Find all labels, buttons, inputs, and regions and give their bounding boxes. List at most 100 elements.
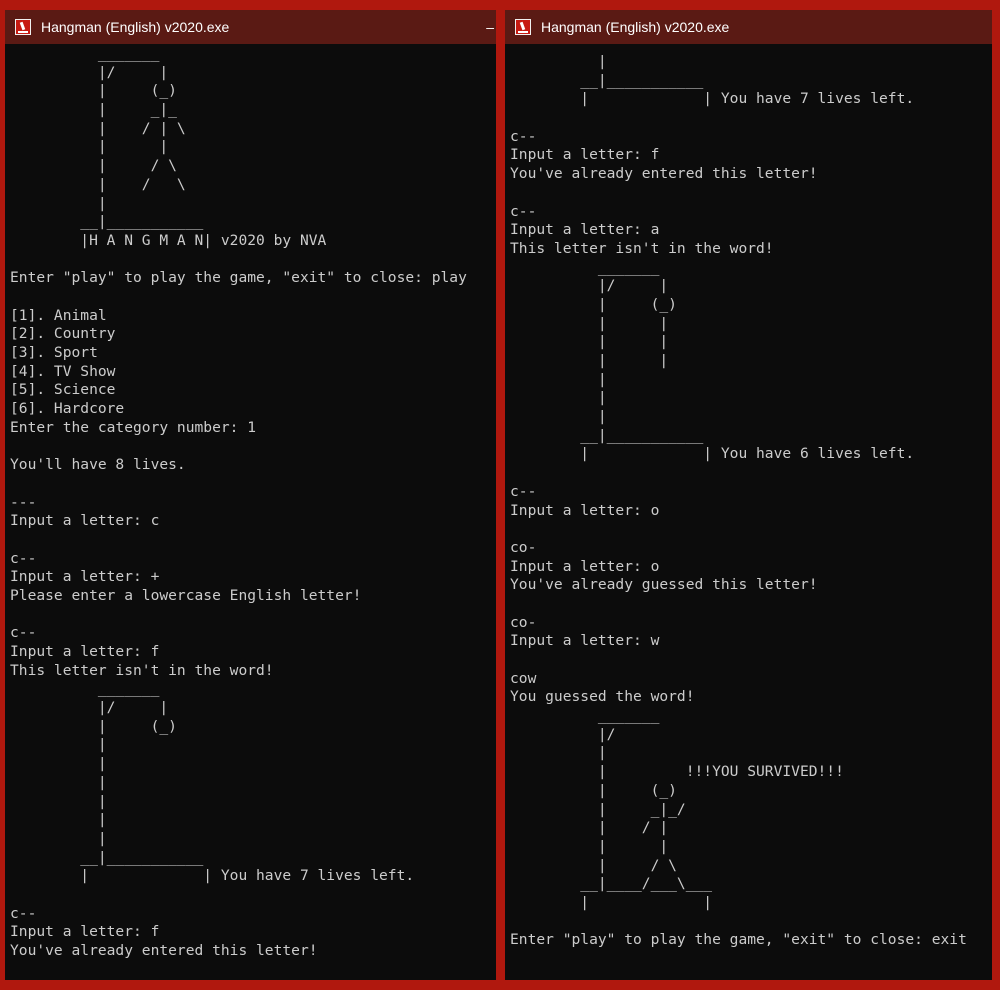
console-line: You guessed the word! [510, 688, 695, 706]
console-line: Input a letter: f [510, 146, 660, 164]
console-line: c-- [10, 624, 37, 642]
console-line: | | You have 6 lives left. [510, 445, 915, 463]
console-line: | [510, 408, 607, 426]
console-line: Input a letter: f [10, 923, 160, 941]
console-line: | (_) [10, 717, 177, 735]
console-line: | / | \ [10, 119, 186, 137]
console-line: [6]. Hardcore [10, 400, 125, 418]
console-line: | / \ [510, 856, 677, 874]
console-line: --- [10, 493, 37, 511]
console-line: [3]. Sport [10, 344, 98, 361]
console-line: You'll have 8 lives. [10, 456, 186, 474]
console-line: [4]. TV Show [10, 362, 116, 380]
minimize-icon[interactable]: – [486, 19, 494, 35]
console-line: | [10, 736, 107, 754]
console-line: | | [510, 893, 713, 911]
console-line: | [10, 792, 107, 810]
console-line: | _|_ [10, 101, 177, 119]
console-line: __|___________ [510, 426, 704, 444]
console-line: | _|_/ [510, 800, 686, 818]
console-line: Input a letter: f [10, 643, 160, 660]
console-line: Enter the category number: 1 [10, 418, 257, 436]
console-line: Input a letter: w [510, 632, 660, 650]
console-line: | [510, 389, 607, 407]
console-line: Input a letter: c [10, 512, 160, 530]
console-line: | | [510, 837, 669, 855]
console-line: | / | [510, 819, 669, 837]
console-line: |/ [510, 725, 616, 743]
console-window-left[interactable]: Hangman (English) v2020.exe – _______ |/… [5, 10, 496, 980]
console-line: | (_) [10, 82, 177, 100]
console-line: [5]. Science [10, 381, 116, 399]
console-line: c-- [510, 127, 537, 145]
console-line: Enter "play" to play the game, "exit" to… [10, 269, 467, 287]
console-line: You've already entered this letter! [10, 942, 318, 959]
console-line: | (_) [510, 781, 677, 799]
hangman-app-icon [15, 19, 31, 35]
console-line: __|___________ [10, 848, 204, 866]
console-line: | / \ [10, 157, 177, 175]
console-line: | | [10, 138, 169, 156]
console-line: | / \ [10, 175, 186, 193]
console-line: | [510, 53, 607, 70]
console-output[interactable]: | __|___________ | | You have 7 lives le… [510, 53, 992, 980]
console-line: |H A N G M A N| v2020 by NVA [10, 231, 327, 249]
console-line: co- [510, 538, 537, 556]
window-title: Hangman (English) v2020.exe [41, 19, 230, 35]
console-line: Input a letter: o [510, 501, 660, 519]
console-line: Input a letter: a [510, 221, 660, 239]
title-bar[interactable]: Hangman (English) v2020.exe – [5, 10, 496, 44]
console-line: Enter "play" to play the game, "exit" to… [510, 931, 967, 949]
console-line: | | You have 7 lives left. [510, 90, 915, 108]
console-line: _______ [510, 707, 660, 725]
console-line: | [10, 829, 107, 847]
console-line: Input a letter: + [10, 568, 160, 586]
console-line: This letter isn't in the word! [10, 661, 274, 679]
console-line: _______ [510, 258, 660, 276]
console-line: c-- [510, 482, 537, 500]
console-line: Please enter a lowercase English letter! [10, 586, 362, 604]
console-line: | | You have 7 lives left. [10, 867, 415, 885]
console-line: | [10, 811, 107, 829]
hangman-app-icon [515, 19, 531, 35]
console-line: | | [510, 352, 669, 369]
console-line: | !!!YOU SURVIVED!!! [510, 763, 844, 781]
console-line: c-- [10, 904, 37, 922]
console-line: c-- [10, 549, 37, 567]
console-window-right[interactable]: Hangman (English) v2020.exe | __|_______… [505, 10, 992, 980]
console-line: This letter isn't in the word! [510, 239, 774, 257]
console-line: You've already guessed this letter! [510, 576, 818, 594]
console-line: | | [510, 314, 669, 332]
title-bar[interactable]: Hangman (English) v2020.exe [505, 10, 992, 44]
console-line: |/ | [510, 277, 669, 295]
console-line: | [10, 194, 107, 212]
console-line: __|____/___\___ [510, 875, 713, 893]
console-line: _______ [10, 45, 160, 62]
console-output[interactable]: _______ |/ | | (_) | _|_ | / | \ | | | /… [10, 44, 496, 980]
console-line: | | [510, 333, 669, 351]
console-line: | [10, 773, 107, 791]
console-line: [2]. Country [10, 325, 116, 343]
console-line: __|___________ [10, 213, 204, 231]
console-line: c-- [510, 202, 537, 220]
console-line: co- [510, 613, 537, 631]
console-line: | (_) [510, 295, 677, 313]
console-line: | [510, 744, 607, 762]
console-line: Input a letter: o [510, 557, 660, 575]
console-line: You've already entered this letter! [510, 165, 818, 183]
console-line: __|___________ [510, 71, 704, 89]
console-line: _______ [10, 680, 160, 698]
